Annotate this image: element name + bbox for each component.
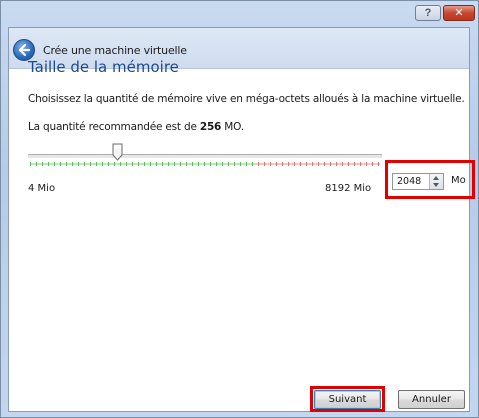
red-ticks: [258, 162, 380, 166]
cancel-button[interactable]: Annuler: [398, 390, 465, 409]
memory-spinbox[interactable]: 2048: [392, 173, 444, 190]
memory-value[interactable]: 2048: [397, 176, 421, 187]
recommended-prefix: La quantité recommandée est de: [28, 121, 200, 133]
slider-ticks: [30, 162, 380, 166]
memory-slider[interactable]: [28, 143, 382, 171]
memory-unit: Mo: [451, 175, 466, 186]
recommended-value: 256: [199, 121, 222, 133]
back-arrow-icon: [18, 43, 31, 57]
recommended-suffix: MO.: [221, 121, 244, 133]
wizard-client-area: Crée une machine virtuelle: [8, 27, 470, 412]
recommended-memory-text: La quantité recommandée est de 256 MO.: [28, 121, 244, 133]
slider-max-label: 8192 Mio: [325, 183, 372, 194]
slider-min-label: 4 Mio: [28, 183, 56, 194]
title-bar: ? ✕: [1, 1, 478, 23]
next-button[interactable]: Suivant: [314, 390, 381, 409]
help-button[interactable]: ?: [415, 5, 441, 21]
memory-description: Choisissez la quantité de mémoire vive e…: [28, 93, 465, 105]
page-title: Taille de la mémoire: [28, 58, 179, 76]
close-button[interactable]: ✕: [443, 5, 475, 21]
slider-track: [28, 154, 382, 159]
wizard-title: Crée une machine virtuelle: [43, 44, 187, 57]
spin-arrows[interactable]: [429, 174, 443, 189]
green-ticks: [30, 162, 258, 166]
slider-thumb[interactable]: [112, 143, 123, 161]
spin-down-icon[interactable]: [433, 183, 439, 187]
spin-up-icon[interactable]: [433, 176, 439, 180]
